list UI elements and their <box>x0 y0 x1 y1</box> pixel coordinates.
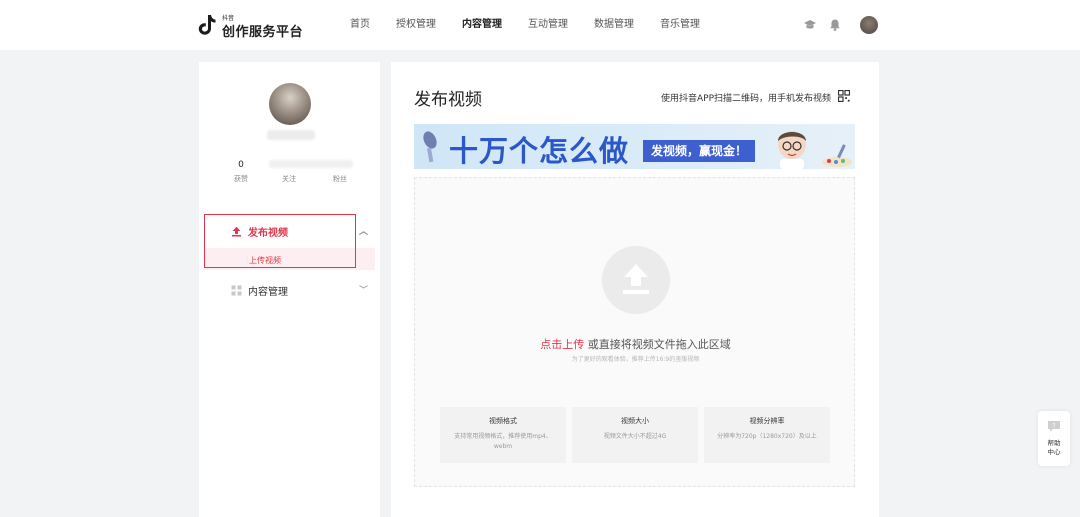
main-nav: 首页 授权管理 内容管理 互动管理 数据管理 音乐管理 <box>350 0 726 50</box>
info-card-desc: 分辨率为720p（1280x720）及以上 <box>717 433 817 440</box>
likes-stat: 0 获赞 <box>221 160 261 184</box>
page-title: 发布视频 <box>414 90 482 110</box>
fans-label: 粉丝 <box>333 175 347 183</box>
nav-music[interactable]: 音乐管理 <box>660 0 700 50</box>
info-card-format: 视频格式 支持常用视频格式，推荐使用mp4、webm <box>440 407 566 463</box>
chevron-up-icon: ︿ <box>359 227 369 237</box>
qr-code-icon[interactable] <box>838 90 850 102</box>
banner-character-icon <box>778 131 806 169</box>
info-card-title: 视频大小 <box>621 417 649 425</box>
banner-cta: 发视频，赢现金！ <box>643 140 755 162</box>
grid-icon <box>231 285 242 296</box>
scan-qr-hint[interactable]: 使用抖音APP扫描二维码，用手机发布视频 <box>661 91 831 104</box>
click-upload-link[interactable]: 点击上传 <box>540 338 584 351</box>
likes-value: 0 <box>238 160 244 170</box>
main-panel: 发布视频 使用抖音APP扫描二维码，用手机发布视频 十万个怎么做 发视频，赢现金… <box>391 62 879 517</box>
drag-hint-text: 或直接将视频文件拖入此区域 <box>584 338 731 351</box>
info-card-title: 视频格式 <box>489 417 517 425</box>
following-stat[interactable]: 关注 <box>269 160 309 184</box>
info-card-title: 视频分辨率 <box>749 417 785 425</box>
annotation-highlight-box <box>204 214 356 268</box>
logo-text: 创作服务平台 <box>222 25 304 40</box>
promo-banner[interactable]: 十万个怎么做 发视频，赢现金！ <box>414 124 855 169</box>
profile-avatar[interactable] <box>269 83 311 125</box>
upload-dropzone[interactable]: 点击上传 或直接将视频文件拖入此区域 为了更好的观看体验，推荐上传16:9的竖版… <box>414 177 855 487</box>
upload-instruction: 点击上传 或直接将视频文件拖入此区域 <box>415 336 856 352</box>
upload-recommendation: 为了更好的观看体验，推荐上传16:9的竖版视频 <box>571 356 700 363</box>
left-sidebar: 0 获赞 关注 粉丝 发布视频 ︿ 上传视频 内容管理 ﹀ <box>199 62 380 517</box>
nav-authorization[interactable]: 授权管理 <box>396 0 436 50</box>
top-navigation-bar: 抖音 创作服务平台 首页 授权管理 内容管理 互动管理 数据管理 音乐管理 <box>0 0 1080 50</box>
douyin-logo[interactable]: 抖音 创作服务平台 <box>198 13 303 40</box>
info-card-resolution: 视频分辨率 分辨率为720p（1280x720）及以上 <box>704 407 830 463</box>
nav-data[interactable]: 数据管理 <box>594 0 634 50</box>
username-blurred <box>267 130 315 140</box>
info-card-size: 视频大小 视频文件大小不超过4G <box>572 407 698 463</box>
nav-interaction[interactable]: 互动管理 <box>528 0 568 50</box>
menu-content-management[interactable]: 内容管理 ﹀ <box>231 283 368 298</box>
upload-button[interactable] <box>602 246 670 314</box>
svg-text:?: ? <box>1052 423 1055 430</box>
likes-label: 获赞 <box>234 175 248 183</box>
following-label: 关注 <box>282 175 296 183</box>
banner-title: 十万个怎么做 <box>449 134 630 168</box>
nav-content-management[interactable]: 内容管理 <box>462 0 502 50</box>
user-avatar[interactable] <box>860 16 878 34</box>
help-center-button[interactable]: ? 帮助 中心 <box>1038 411 1070 466</box>
menu-content-label: 内容管理 <box>248 287 288 298</box>
douyin-logo-icon <box>198 15 216 35</box>
help-center-label: 帮助 中心 <box>1047 439 1061 456</box>
banner-decoration-icon <box>423 131 437 163</box>
profile-stats: 0 获赞 关注 粉丝 <box>221 160 361 190</box>
graduation-cap-icon[interactable] <box>803 18 817 32</box>
info-card-desc: 支持常用视频格式，推荐使用mp4、webm <box>454 433 552 450</box>
upload-arrow-icon <box>623 264 649 294</box>
help-chat-icon: ? <box>1048 421 1060 432</box>
bell-icon[interactable] <box>828 18 842 32</box>
paint-tools-icon <box>822 144 852 167</box>
fans-stat[interactable]: 粉丝 <box>320 160 360 184</box>
nav-home[interactable]: 首页 <box>350 0 370 50</box>
info-card-desc: 视频文件大小不超过4G <box>603 433 667 440</box>
chevron-down-icon: ﹀ <box>359 286 369 296</box>
